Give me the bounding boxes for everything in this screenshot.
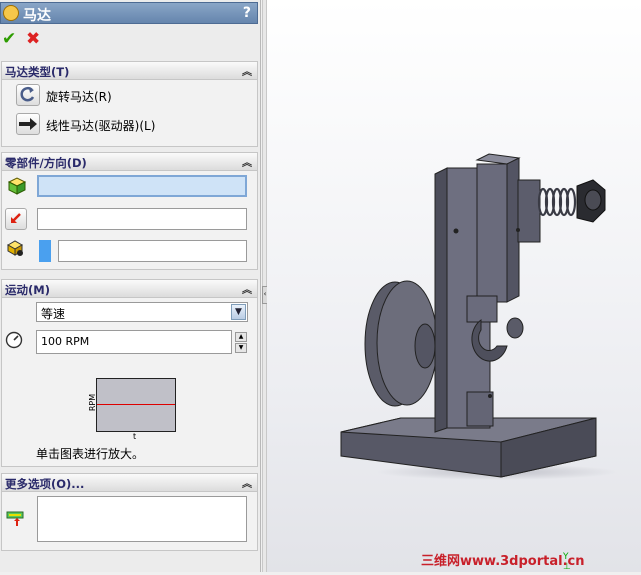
component-cube-icon bbox=[6, 176, 28, 198]
more-options-header[interactable]: 更多选项(O)... ︽ bbox=[2, 474, 257, 492]
property-manager: 马达 ? ✔ ✖ 马达类型(T) ︽ 旋转马达(R) 线性马达(驱动器)(L) … bbox=[0, 0, 261, 572]
motor-type-section: 马达类型(T) ︽ 旋转马达(R) 线性马达(驱动器)(L) bbox=[1, 61, 258, 147]
graph-x-label: t bbox=[133, 432, 137, 441]
ok-button[interactable]: ✔ bbox=[2, 30, 16, 48]
direction-field[interactable] bbox=[37, 208, 247, 230]
option-label: 旋转马达(R) bbox=[46, 90, 112, 104]
spring bbox=[537, 187, 577, 217]
help-button[interactable]: ? bbox=[243, 5, 251, 21]
motor-type-header[interactable]: 马达类型(T) ︽ bbox=[2, 62, 257, 80]
color-swatch[interactable] bbox=[39, 240, 51, 262]
collapse-chevron-icon[interactable]: ︽ bbox=[242, 154, 252, 169]
motion-type-value: 等速 bbox=[41, 307, 66, 321]
component-direction-header[interactable]: 零部件/方向(D) ︽ bbox=[2, 153, 257, 171]
speed-input[interactable]: 100 RPM bbox=[36, 330, 232, 354]
model-viewport bbox=[340, 153, 617, 480]
slider-block bbox=[476, 163, 508, 303]
watermark: 三维网www.3dportal.cn bbox=[421, 554, 585, 569]
collapse-chevron-icon[interactable]: ︽ bbox=[242, 63, 252, 78]
title-bar: 马达 ? bbox=[0, 2, 258, 24]
option-label: 线性马达(驱动器)(L) bbox=[46, 119, 156, 133]
spin-down-button[interactable]: ▼ bbox=[235, 343, 247, 353]
load-face-icon bbox=[5, 508, 27, 530]
section-title: 零部件/方向(D) bbox=[5, 156, 87, 170]
relative-component-icon bbox=[5, 239, 27, 261]
direction-arrow-icon[interactable] bbox=[5, 208, 27, 230]
motion-header[interactable]: 运动(M) ︽ bbox=[2, 280, 257, 298]
spring-bracket bbox=[517, 179, 541, 243]
graph-y-label: RPM bbox=[88, 393, 98, 412]
section-title: 更多选项(O)... bbox=[5, 477, 85, 491]
section-title: 马达类型(T) bbox=[5, 65, 70, 79]
motion-profile-graph[interactable] bbox=[96, 378, 176, 432]
graph-hint: 单击图表进行放大。 bbox=[36, 447, 145, 461]
cancel-button[interactable]: ✖ bbox=[26, 30, 40, 48]
speed-profile-line bbox=[97, 404, 175, 405]
load-faces-list[interactable] bbox=[37, 496, 247, 542]
linear-motor-icon[interactable] bbox=[16, 113, 40, 135]
dropdown-arrow-icon[interactable]: ▼ bbox=[231, 304, 246, 320]
action-bar: ✔ ✖ bbox=[0, 28, 258, 52]
spin-up-button[interactable]: ▲ bbox=[235, 332, 247, 342]
motor-icon bbox=[3, 5, 19, 21]
relative-component-field[interactable] bbox=[58, 240, 247, 262]
panel-title: 马达 bbox=[23, 8, 51, 24]
speed-value: 100 RPM bbox=[41, 335, 90, 348]
rotary-motor-icon[interactable] bbox=[16, 84, 40, 106]
graphics-area[interactable]: Y ⊥ bbox=[267, 0, 641, 572]
speedometer-icon bbox=[4, 330, 26, 352]
component-field[interactable] bbox=[37, 175, 247, 197]
motion-type-select[interactable]: 等速 ▼ bbox=[36, 302, 248, 322]
collapse-chevron-icon[interactable]: ︽ bbox=[242, 281, 252, 296]
collapse-chevron-icon[interactable]: ︽ bbox=[242, 475, 252, 490]
section-title: 运动(M) bbox=[5, 283, 50, 297]
cam-follower bbox=[466, 295, 498, 323]
